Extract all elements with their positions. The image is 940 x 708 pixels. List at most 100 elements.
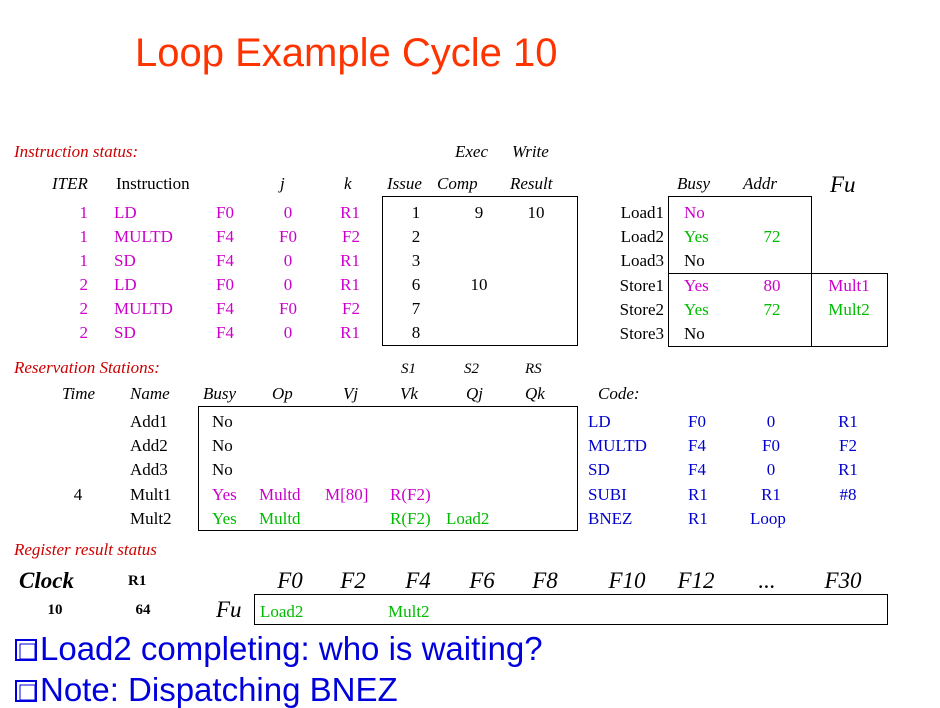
buffer-name: Load3 [620,251,664,270]
code-op: SUBI [588,485,627,504]
j-cell: 0 [283,251,293,270]
buffer-busy: Yes [684,227,709,246]
rs-vk: R(F2) [390,509,431,528]
reg-value: Mult2 [388,602,430,621]
reg-name: F4 [405,568,431,593]
code-op: SD [588,460,610,479]
result-header: Result [510,174,553,193]
op-header: Op [272,384,293,403]
rs-header: RS [525,361,542,377]
rs-name: Add3 [130,460,168,479]
busy-header: Busy [203,384,237,403]
clock-label: Clock [19,568,74,593]
k-cell: R1 [340,251,360,270]
rs-qj: Load2 [446,509,490,528]
comp-cell: 9 [474,203,484,222]
dst-cell: F4 [216,251,234,270]
code-op: MULTD [588,436,647,455]
k-cell: R1 [340,275,360,294]
issue-cell: 7 [411,299,421,318]
issue-header: Issue [387,174,422,193]
bullet-1: Load2 completing: who is waiting? [14,632,543,665]
buffer-fu: Mult1 [828,276,870,295]
rs-op: Multd [259,509,301,528]
j-cell: F0 [279,227,297,246]
buffer-fu-header: Fu [830,172,856,197]
op-cell: LD [114,275,137,294]
clock-value: 10 [47,602,63,618]
rs-name: Add2 [130,436,168,455]
r1-label: R1 [128,573,147,589]
iter-cell: 1 [79,251,89,270]
qj-header: Qj [466,384,483,403]
s2-header: S2 [464,361,479,377]
instruction-status-label: Instruction status: [14,142,139,161]
iter-cell: 1 [79,203,89,222]
write-header: Write [512,142,549,161]
k-header: k [344,174,352,193]
dst-cell: F4 [216,299,234,318]
code-arg-a: F4 [688,436,706,455]
buffer-busy: Yes [684,276,709,295]
slide-title: Loop Example Cycle 10 [135,31,558,75]
k-cell: F2 [342,227,360,246]
bullet-1-text: Load2 completing: who is waiting? [40,630,543,667]
iter-cell: 2 [79,275,89,294]
rs-busy: Yes [212,485,237,504]
j-cell: F0 [279,299,297,318]
code-label: Code: [598,384,640,403]
register-result-status-label: Register result status [14,540,157,559]
s1-header: S1 [401,361,416,377]
rs-vj: M[80] [325,485,369,504]
square-bullet-icon [15,680,37,702]
fu-label: Fu [216,597,242,622]
buffer-name: Load1 [620,203,664,222]
reg-name: ... [758,568,776,593]
code-arg-c: R1 [838,412,858,431]
reservation-stations-box [198,406,578,531]
issue-cell: 3 [411,251,421,270]
iter-cell: 1 [79,227,89,246]
rs-busy: No [212,412,233,431]
rs-busy: No [212,460,233,479]
op-cell: MULTD [114,227,173,246]
code-arg-a: F0 [688,412,706,431]
code-op: BNEZ [588,509,633,528]
square-bullet-icon [15,639,37,661]
code-op: LD [588,412,611,431]
code-arg-a: R1 [688,509,708,528]
reg-name: F6 [469,568,495,593]
buffer-fu: Mult2 [828,300,870,319]
code-arg-c: #8 [839,485,857,504]
time-header: Time [62,384,96,403]
buffer-busy: No [684,251,705,270]
issue-cell: 2 [411,227,421,246]
buffer-name: Load2 [620,227,664,246]
code-arg-a: F4 [688,460,706,479]
issue-cell: 6 [411,275,421,294]
buffer-busy-header: Busy [677,174,711,193]
iter-header: ITER [52,174,88,193]
code-arg-c: F2 [839,436,857,455]
r1-value: 64 [135,602,151,618]
buffer-name: Store1 [619,276,664,295]
buffer-busy: No [684,324,705,343]
k-cell: F2 [342,299,360,318]
rs-op: Multd [259,485,301,504]
code-arg-b: R1 [761,485,781,504]
rs-name: Mult1 [130,485,172,504]
buffer-addr: 80 [763,276,781,295]
comp-cell: 10 [470,275,488,294]
buffer-busy: Yes [684,300,709,319]
buffer-addr: 72 [763,300,781,319]
code-arg-b: 0 [766,460,776,479]
reg-name: F8 [532,568,558,593]
reg-name: F0 [277,568,303,593]
code-arg-b: F0 [762,436,780,455]
dst-cell: F0 [216,203,234,222]
op-cell: MULTD [114,299,173,318]
qk-header: Qk [525,384,545,403]
iter-cell: 2 [79,323,89,342]
register-fu-box [254,594,888,625]
dst-cell: F4 [216,227,234,246]
